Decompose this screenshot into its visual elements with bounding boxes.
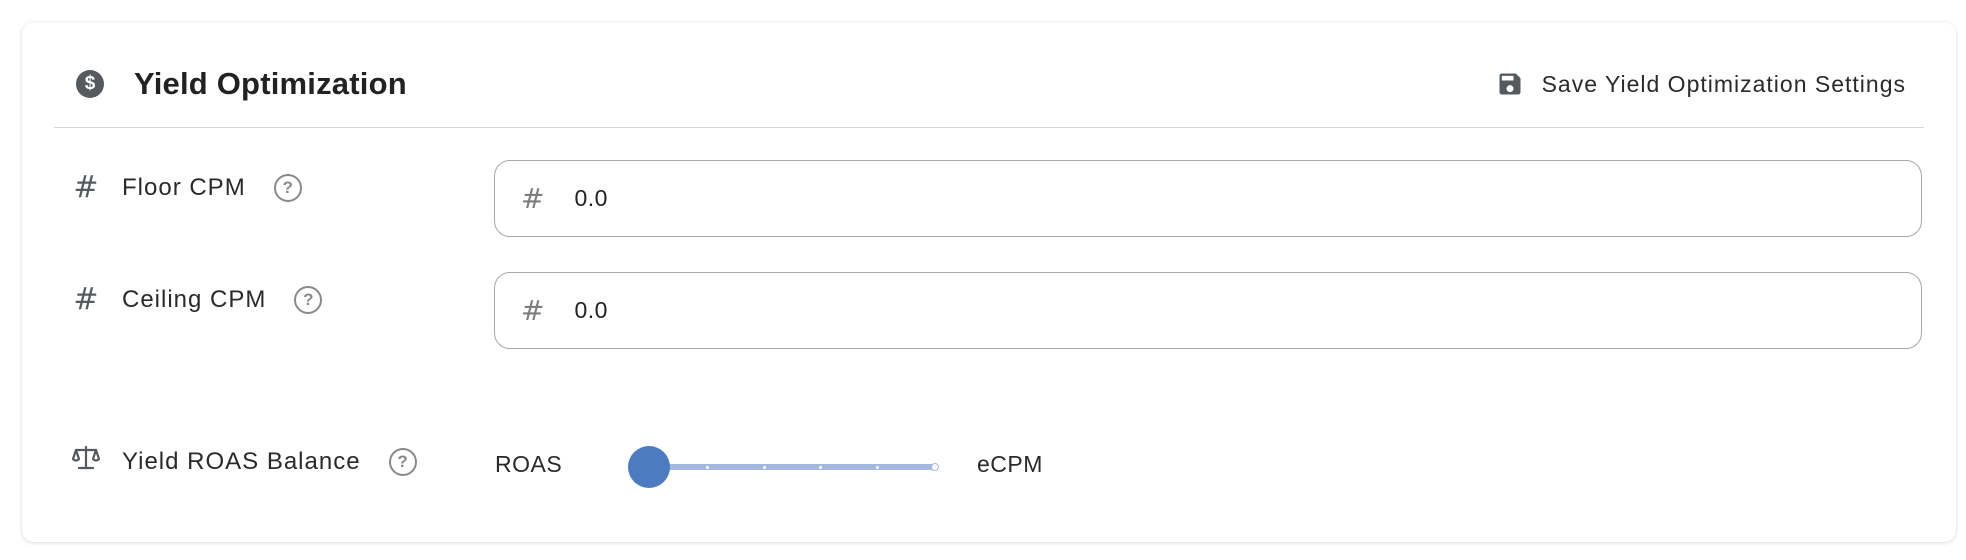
dollar-circle-icon: $ (76, 70, 104, 98)
floor-cpm-label: Floor CPM (122, 173, 246, 201)
slider-step-dot (762, 466, 766, 469)
balance-scale-icon (70, 444, 102, 479)
help-icon[interactable]: ? (388, 447, 417, 476)
help-icon[interactable]: ? (273, 173, 302, 202)
ceiling-cpm-field[interactable]: # (494, 272, 1922, 349)
slider-track (648, 464, 938, 470)
hash-icon: # (521, 294, 545, 327)
hash-icon: # (73, 282, 99, 317)
roas-balance-label: Yield ROAS Balance (122, 447, 361, 475)
floor-cpm-input[interactable] (572, 184, 1877, 213)
slider-thumb[interactable] (628, 446, 670, 488)
roas-balance-row: Yield ROAS Balance ? (70, 444, 417, 479)
ceiling-cpm-label: Ceiling CPM (122, 285, 267, 313)
ceiling-cpm-row: # Ceiling CPM ? (70, 282, 323, 317)
hash-icon: # (73, 170, 99, 205)
slider-max-label: eCPM (977, 451, 1043, 477)
slider-step-dot (705, 466, 709, 469)
hash-icon: # (521, 182, 545, 215)
balance-scale-icon (71, 445, 101, 470)
roas-balance-slider[interactable] (628, 446, 939, 488)
help-icon[interactable]: ? (294, 285, 323, 314)
save-settings-button[interactable]: Save Yield Optimization Settings (1490, 62, 1912, 106)
yield-optimization-card: $ Yield Optimization Save Yield Optimiza… (22, 22, 1956, 542)
floor-cpm-row: # Floor CPM ? (70, 170, 302, 205)
ceiling-cpm-input[interactable] (572, 296, 1877, 325)
card-header: $ Yield Optimization Save Yield Optimiza… (54, 22, 1924, 128)
slider-min-label: ROAS (495, 451, 563, 477)
save-settings-label: Save Yield Optimization Settings (1541, 70, 1906, 97)
floor-cpm-field[interactable]: # (494, 160, 1922, 237)
slider-end-marker (931, 463, 939, 471)
card-title: Yield Optimization (134, 66, 407, 101)
floppy-disk-icon (1499, 73, 1521, 95)
